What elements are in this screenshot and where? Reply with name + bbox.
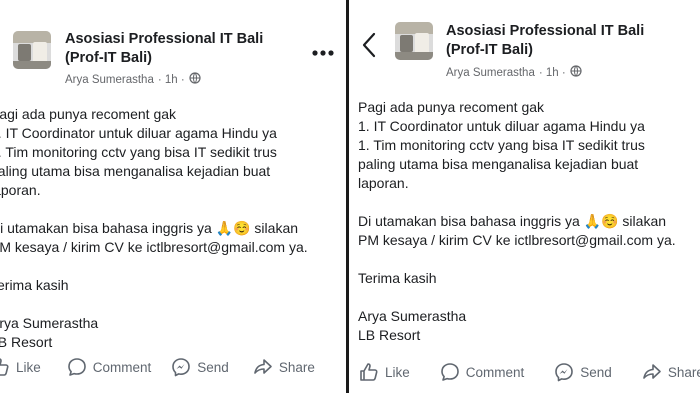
comment-label: Comment xyxy=(465,364,525,380)
share-icon xyxy=(643,364,661,379)
messenger-icon xyxy=(555,363,574,382)
share-button[interactable]: Share xyxy=(642,362,700,382)
post-meta: Arya Sumerastha · 1h · xyxy=(446,65,582,80)
send-button[interactable]: Send xyxy=(554,362,612,382)
group-name-line2: (Prof-IT Bali) xyxy=(446,42,533,58)
more-options-icon[interactable] xyxy=(312,36,334,62)
like-label: Like xyxy=(16,359,41,375)
comment-icon xyxy=(67,358,86,376)
post-line: 1. Tim monitoring cctv yang bisa IT sedi… xyxy=(358,137,645,153)
send-label: Send xyxy=(580,364,612,380)
author-name[interactable]: Arya Sumerastha xyxy=(65,74,154,86)
send-button[interactable]: Send xyxy=(171,357,229,377)
post-time[interactable]: · 1h · xyxy=(158,74,185,86)
post-line: Pagi ada punya recoment gak xyxy=(358,99,545,115)
post-line-blank xyxy=(0,257,308,276)
post-line: LB Resort xyxy=(0,334,53,350)
post-line-email[interactable]: PM kesaya / kirim CV ke ictlbresort@gmai… xyxy=(358,231,676,250)
like-button[interactable]: Like xyxy=(0,357,41,377)
post-line: paling utama bisa menganalisa kejadian b… xyxy=(358,156,639,172)
post-line-blank xyxy=(358,288,676,307)
post-line: Arya Sumerastha xyxy=(0,315,99,331)
post-line: laporan. xyxy=(358,175,409,191)
author-name[interactable]: Arya Sumerastha xyxy=(446,67,535,79)
post-meta: Arya Sumerastha · 1h · xyxy=(65,72,201,87)
post-body: Pagi ada punya recoment gak 1. IT Coordi… xyxy=(0,105,308,352)
post-line: Arya Sumerastha xyxy=(358,308,467,324)
post-panel-left: Asosiasi Professional IT Bali (Prof-IT B… xyxy=(0,0,346,393)
post-line-email[interactable]: PM kesaya / kirim CV ke ictlbresort@gmai… xyxy=(0,238,308,257)
group-name-line1: Asosiasi Professional IT Bali xyxy=(65,31,264,47)
post-body: Pagi ada punya recoment gak 1. IT Coordi… xyxy=(358,98,676,345)
send-label: Send xyxy=(197,359,229,375)
post-line-blank xyxy=(0,295,308,314)
post-actions: Like Comment Send Share xyxy=(0,357,315,377)
post-panel-right: Asosiasi Professional IT Bali (Prof-IT B… xyxy=(349,0,700,393)
group-name[interactable]: Asosiasi Professional IT Bali (Prof-IT B… xyxy=(446,22,644,60)
back-chevron-icon[interactable] xyxy=(361,32,377,63)
share-label: Share xyxy=(278,359,315,375)
comment-label: Comment xyxy=(92,359,152,375)
post-line-blank xyxy=(358,250,676,269)
share-icon xyxy=(254,359,272,374)
post-line: Di utamakan bisa bahasa inggris ya 🙏☺️ s… xyxy=(0,220,299,236)
globe-icon xyxy=(570,65,582,80)
share-label: Share xyxy=(667,364,700,380)
group-avatar[interactable] xyxy=(13,31,51,69)
like-button[interactable]: Like xyxy=(359,362,410,382)
comment-button[interactable]: Comment xyxy=(440,362,525,382)
messenger-icon xyxy=(172,358,191,377)
globe-icon xyxy=(189,72,201,87)
post-line: 1. IT Coordinator untuk diluar agama Hin… xyxy=(358,118,645,134)
post-line: 1. IT Coordinator untuk diluar agama Hin… xyxy=(0,125,277,141)
group-name-line1: Asosiasi Professional IT Bali xyxy=(446,23,645,39)
group-name[interactable]: Asosiasi Professional IT Bali (Prof-IT B… xyxy=(65,30,263,68)
post-time[interactable]: · 1h · xyxy=(539,67,566,79)
like-icon xyxy=(0,358,9,376)
post-actions: Like Comment Send Share xyxy=(359,362,700,382)
post-line: Terima kasih xyxy=(0,277,69,293)
post-line: laporan. xyxy=(0,182,41,198)
post-line: Terima kasih xyxy=(358,270,437,286)
like-label: Like xyxy=(385,364,410,380)
post-line-blank xyxy=(0,200,308,219)
post-line: LB Resort xyxy=(358,327,421,343)
comment-button[interactable]: Comment xyxy=(67,357,152,377)
post-line-blank xyxy=(358,193,676,212)
share-button[interactable]: Share xyxy=(253,357,315,377)
group-avatar[interactable] xyxy=(395,22,433,60)
post-line: Pagi ada punya recoment gak xyxy=(0,106,177,122)
post-line: paling utama bisa menganalisa kejadian b… xyxy=(0,163,271,179)
group-name-line2: (Prof-IT Bali) xyxy=(65,50,152,66)
post-line: Di utamakan bisa bahasa inggris ya 🙏☺️ s… xyxy=(358,213,667,229)
post-line: 1. Tim monitoring cctv yang bisa IT sedi… xyxy=(0,144,277,160)
comment-icon xyxy=(440,363,459,381)
like-icon xyxy=(360,363,378,381)
